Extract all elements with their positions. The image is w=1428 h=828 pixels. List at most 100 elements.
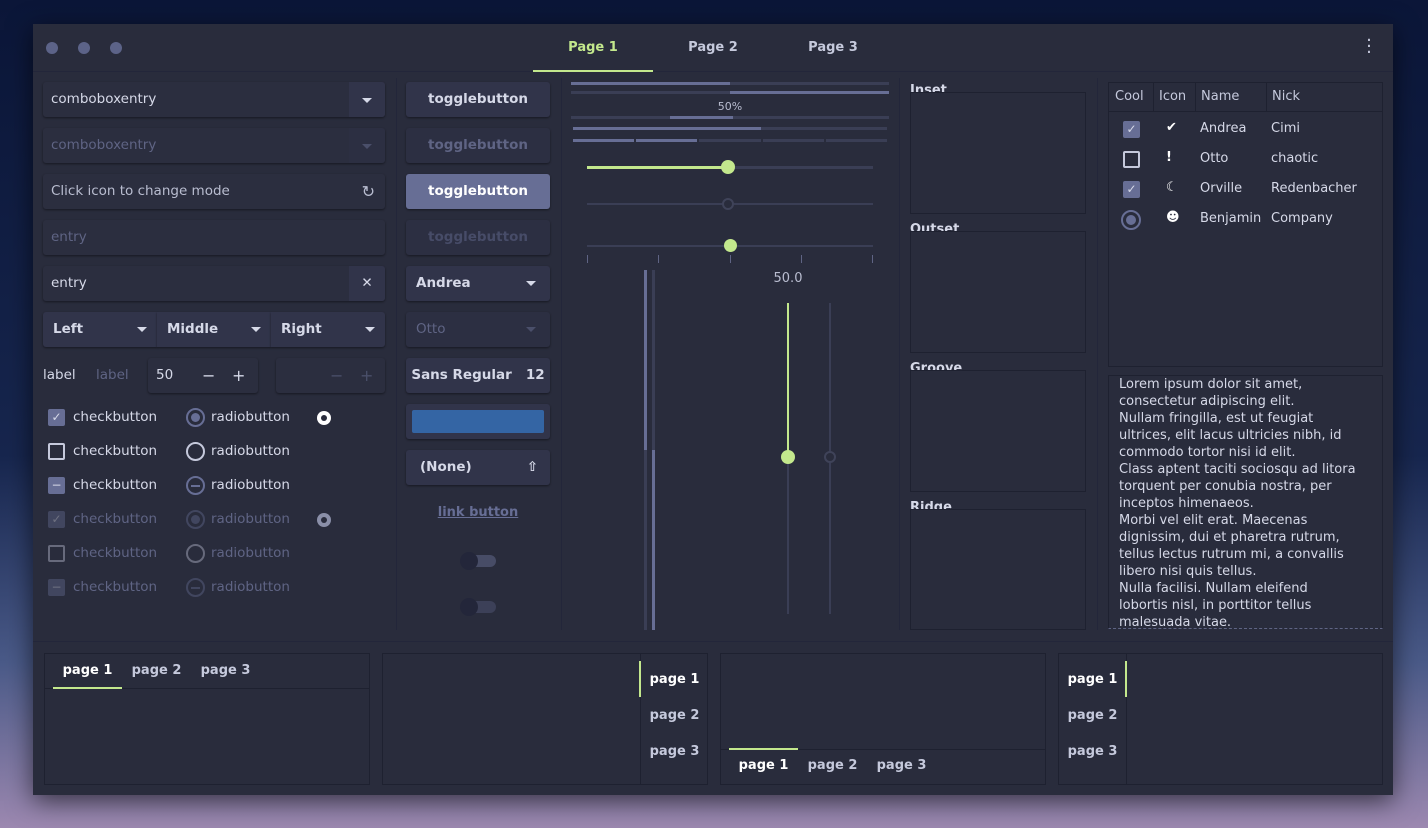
slider-handle[interactable]	[724, 239, 737, 252]
horizontal-scale-marks[interactable]	[587, 239, 873, 263]
frame-inset	[910, 92, 1086, 214]
column-header-name[interactable]: Name	[1201, 89, 1239, 104]
combo-entry-text: comboboxentry	[51, 91, 157, 107]
cool-checkbox[interactable]: ✓	[1123, 121, 1140, 138]
combobox-entry[interactable]: comboboxentry	[43, 82, 385, 117]
moon-icon: ☾	[1166, 180, 1178, 195]
checkbox-checked[interactable]: ✓	[48, 409, 65, 426]
separator	[561, 78, 562, 630]
spin-button[interactable]: 50 − +	[148, 358, 258, 393]
column-header-icon[interactable]: Icon	[1159, 89, 1186, 104]
notebook-tab-page-3[interactable]: page 3	[1059, 744, 1126, 759]
switch[interactable]	[460, 552, 496, 570]
cool-checkbox[interactable]: ✓	[1123, 181, 1140, 198]
tab-page-3[interactable]: Page 3	[773, 24, 893, 72]
notebook-tab-page-2[interactable]: page 2	[641, 708, 708, 723]
text-line: Morbi vel elit erat. Maecenas	[1119, 513, 1308, 528]
radiobutton-label: radiobutton	[211, 511, 290, 527]
upload-icon: ⇧	[526, 459, 538, 475]
column-header-nick[interactable]: Nick	[1272, 89, 1300, 104]
progress-bar-pulse	[571, 116, 889, 119]
notebook-tab-page-1[interactable]: page 1	[641, 672, 708, 687]
dropdown-button[interactable]	[349, 82, 385, 117]
kebab-menu-icon[interactable]: · · ·	[1363, 32, 1375, 62]
radio-no-label	[317, 513, 331, 527]
notebook-tab-page-2[interactable]: page 2	[798, 758, 867, 773]
vertical-scale[interactable]	[781, 303, 795, 614]
refresh-icon[interactable]: ↻	[362, 174, 375, 209]
file-chooser-button[interactable]: (None) ⇧	[406, 450, 550, 485]
combo-label: Middle	[167, 321, 219, 337]
tree-view[interactable]: Cool Icon Name Nick ✓ ✔ Andrea Cimi! Otto chaoti…	[1108, 82, 1383, 367]
horizontal-scale[interactable]	[587, 160, 873, 174]
notebook-tab-page-2[interactable]: page 2	[1059, 708, 1126, 723]
radiobutton-label: radiobutton	[211, 443, 290, 459]
notebook-tab-page-1[interactable]: page 1	[1059, 672, 1126, 687]
table-row[interactable]	[1109, 145, 1382, 175]
plus-icon[interactable]: +	[232, 358, 245, 393]
radio-no-label[interactable]	[317, 411, 331, 425]
progress-label: 50%	[717, 100, 743, 113]
notebook-bottom: page 1 page 2 page 3	[720, 653, 1046, 785]
minimize-button[interactable]	[78, 42, 90, 54]
monkey-icon: ☻	[1166, 210, 1180, 225]
chevron-down-icon	[137, 327, 147, 332]
notebook-tab-page-3[interactable]: page 3	[867, 758, 936, 773]
check-circle-icon: ✔	[1166, 120, 1177, 135]
combo-label: Otto	[416, 321, 446, 337]
checkbox-checked: ✓	[48, 511, 65, 528]
cool-radio[interactable]	[1121, 210, 1141, 230]
combo-left[interactable]: Left	[43, 312, 157, 347]
close-button[interactable]	[46, 42, 58, 54]
scale-value-label: 50.0	[773, 271, 803, 286]
radio-checked[interactable]	[186, 408, 205, 427]
text-line: dignissim, dui et pharetra rutrum,	[1119, 530, 1340, 545]
radio-mixed[interactable]	[186, 476, 205, 495]
chevron-down-icon	[526, 327, 536, 332]
toggle-button-active[interactable]: togglebutton	[406, 174, 550, 209]
notebook-tab-page-3[interactable]: page 3	[641, 744, 708, 759]
column-header-cool[interactable]: Cool	[1115, 89, 1144, 104]
notebook-tab-page-2[interactable]: page 2	[122, 663, 191, 678]
text-view[interactable]: Lorem ipsum dolor sit amet, consectetur a…	[1108, 375, 1383, 629]
tab-page-2[interactable]: Page 2	[653, 24, 773, 72]
combo-andrea[interactable]: Andrea	[406, 266, 550, 301]
notebook-tab-page-1[interactable]: page 1	[729, 758, 798, 773]
toggle-button[interactable]: togglebutton	[406, 82, 550, 117]
separator	[396, 78, 397, 630]
radiobutton-label: radiobutton	[211, 579, 290, 595]
frame-outset	[910, 231, 1086, 353]
radio-unchecked[interactable]	[186, 442, 205, 461]
vertical-scale-disabled	[824, 303, 836, 614]
mode-entry-text: Click icon to change mode	[51, 183, 230, 199]
mode-entry[interactable]: Click icon to change mode ↻	[43, 174, 385, 209]
minus-icon: −	[330, 366, 344, 385]
notebook-tab-page-1[interactable]: page 1	[53, 663, 122, 678]
entry[interactable]: entry ✕	[43, 266, 385, 301]
notebook-tab-page-3[interactable]: page 3	[191, 663, 260, 678]
combo-middle[interactable]: Middle	[157, 312, 271, 347]
text-line: Nulla facilisi. Nullam eleifend	[1119, 581, 1308, 596]
checkbox-unchecked[interactable]	[48, 443, 65, 460]
link-button[interactable]: link button	[406, 505, 550, 520]
maximize-button[interactable]	[110, 42, 122, 54]
cell-nick: chaotic	[1271, 151, 1319, 166]
cell-name: Andrea	[1200, 121, 1247, 136]
text-line: lobortis nisl, in porttitor tellus	[1119, 598, 1312, 613]
slider-handle[interactable]	[781, 450, 795, 464]
checkbox-mixed[interactable]: −	[48, 477, 65, 494]
text-line: consectetur adipiscing elit.	[1119, 394, 1295, 409]
tab-page-1[interactable]: Page 1	[533, 24, 653, 72]
minus-icon[interactable]: −	[202, 358, 215, 393]
clear-button[interactable]: ✕	[349, 266, 385, 301]
separator	[1097, 78, 1098, 630]
slider-handle[interactable]	[721, 160, 735, 174]
text-line: tellus lectus rutrum mi, a convallis	[1119, 547, 1344, 562]
combo-right[interactable]: Right	[271, 312, 385, 347]
font-button[interactable]: Sans Regular 12	[406, 358, 550, 393]
cool-checkbox[interactable]	[1123, 151, 1140, 168]
text-line: torquent per conubia nostra, per	[1119, 479, 1332, 494]
notebook-left: page 1 page 2 page 3	[1058, 653, 1383, 785]
radio-checked	[186, 510, 205, 529]
color-button[interactable]	[406, 404, 550, 439]
